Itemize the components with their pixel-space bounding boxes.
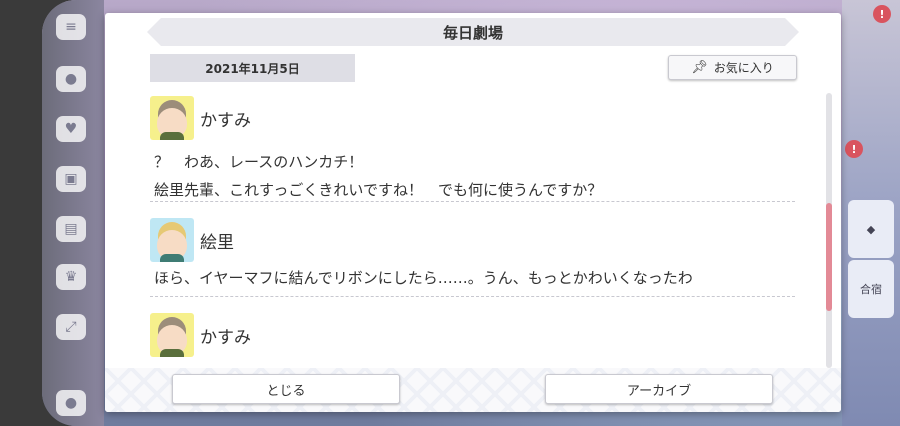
speaker-name: かすみ [200, 110, 251, 131]
costume-icon[interactable]: ♥ [56, 116, 86, 142]
dialogue-entry: かすみ [150, 313, 795, 357]
training-camp-label: 合宿 [860, 283, 882, 296]
dialogue-entry: 絵里 ほら、イヤーマフに結んでリボンにしたら……。うん、もっとかわいくなったわ [150, 218, 795, 292]
dialogue-line: 絵里先輩、これすっごくきれいですね！ でも何に使うんですか？ [154, 181, 603, 199]
speaker-name: かすみ [200, 327, 251, 348]
dialogue-line: ？ わあ、レースのハンカチ！ [154, 153, 364, 171]
right-card[interactable]: ◆ [848, 200, 894, 258]
scrollbar-thumb[interactable] [826, 203, 832, 311]
date-label: 2021年11月5日 [150, 54, 355, 82]
entry-divider [150, 201, 795, 202]
speaker-name: 絵里 [200, 232, 234, 253]
archive-button[interactable]: アーカイブ [545, 374, 773, 404]
notification-badge: ! [873, 5, 891, 23]
close-button[interactable]: とじる [172, 374, 400, 404]
favorite-label: お気に入り [713, 61, 774, 75]
favorite-button[interactable]: 📌︎ お気に入り [668, 55, 797, 80]
notification-badge: ! [845, 140, 863, 158]
trophy-icon[interactable]: ♛ [56, 264, 86, 290]
daily-theater-dialog: 毎日劇場 2021年11月5日 📌︎ お気に入り かすみ ？ わあ、レースのハン… [105, 13, 841, 412]
entry-header: かすみ [150, 313, 795, 357]
dialogue-entry: かすみ ？ わあ、レースのハンカチ！ 絵里先輩、これすっごくきれいですね！ でも… [150, 96, 795, 204]
avatar-kasumi [150, 96, 194, 140]
pin-icon: 📌︎ [691, 60, 708, 75]
avatar-kasumi [150, 313, 194, 357]
menu-icon[interactable]: ≡ [56, 14, 86, 40]
calendar-icon[interactable]: ▤ [56, 216, 86, 242]
expand-icon[interactable]: ⤢ [56, 314, 86, 340]
archive-label: アーカイブ [626, 383, 692, 399]
chat-icon[interactable]: ● [56, 66, 86, 92]
gift-icon[interactable]: ▣ [56, 166, 86, 192]
dialogue-line: ほら、イヤーマフに結んでリボンにしたら……。うん、もっとかわいくなったわ [154, 269, 693, 287]
close-label: とじる [266, 383, 306, 399]
avatar-eli [150, 218, 194, 262]
left-menu-rail [42, 0, 104, 426]
training-camp-card[interactable]: 合宿 [848, 260, 894, 318]
entry-header: 絵里 [150, 218, 795, 262]
profile-icon[interactable]: ● [56, 390, 86, 416]
dialogue-scroll-area[interactable]: かすみ ？ わあ、レースのハンカチ！ 絵里先輩、これすっごくきれいですね！ でも… [150, 93, 795, 368]
entry-divider [150, 296, 795, 297]
entry-header: かすみ [150, 96, 795, 140]
dialog-title: 毎日劇場 [147, 18, 799, 46]
